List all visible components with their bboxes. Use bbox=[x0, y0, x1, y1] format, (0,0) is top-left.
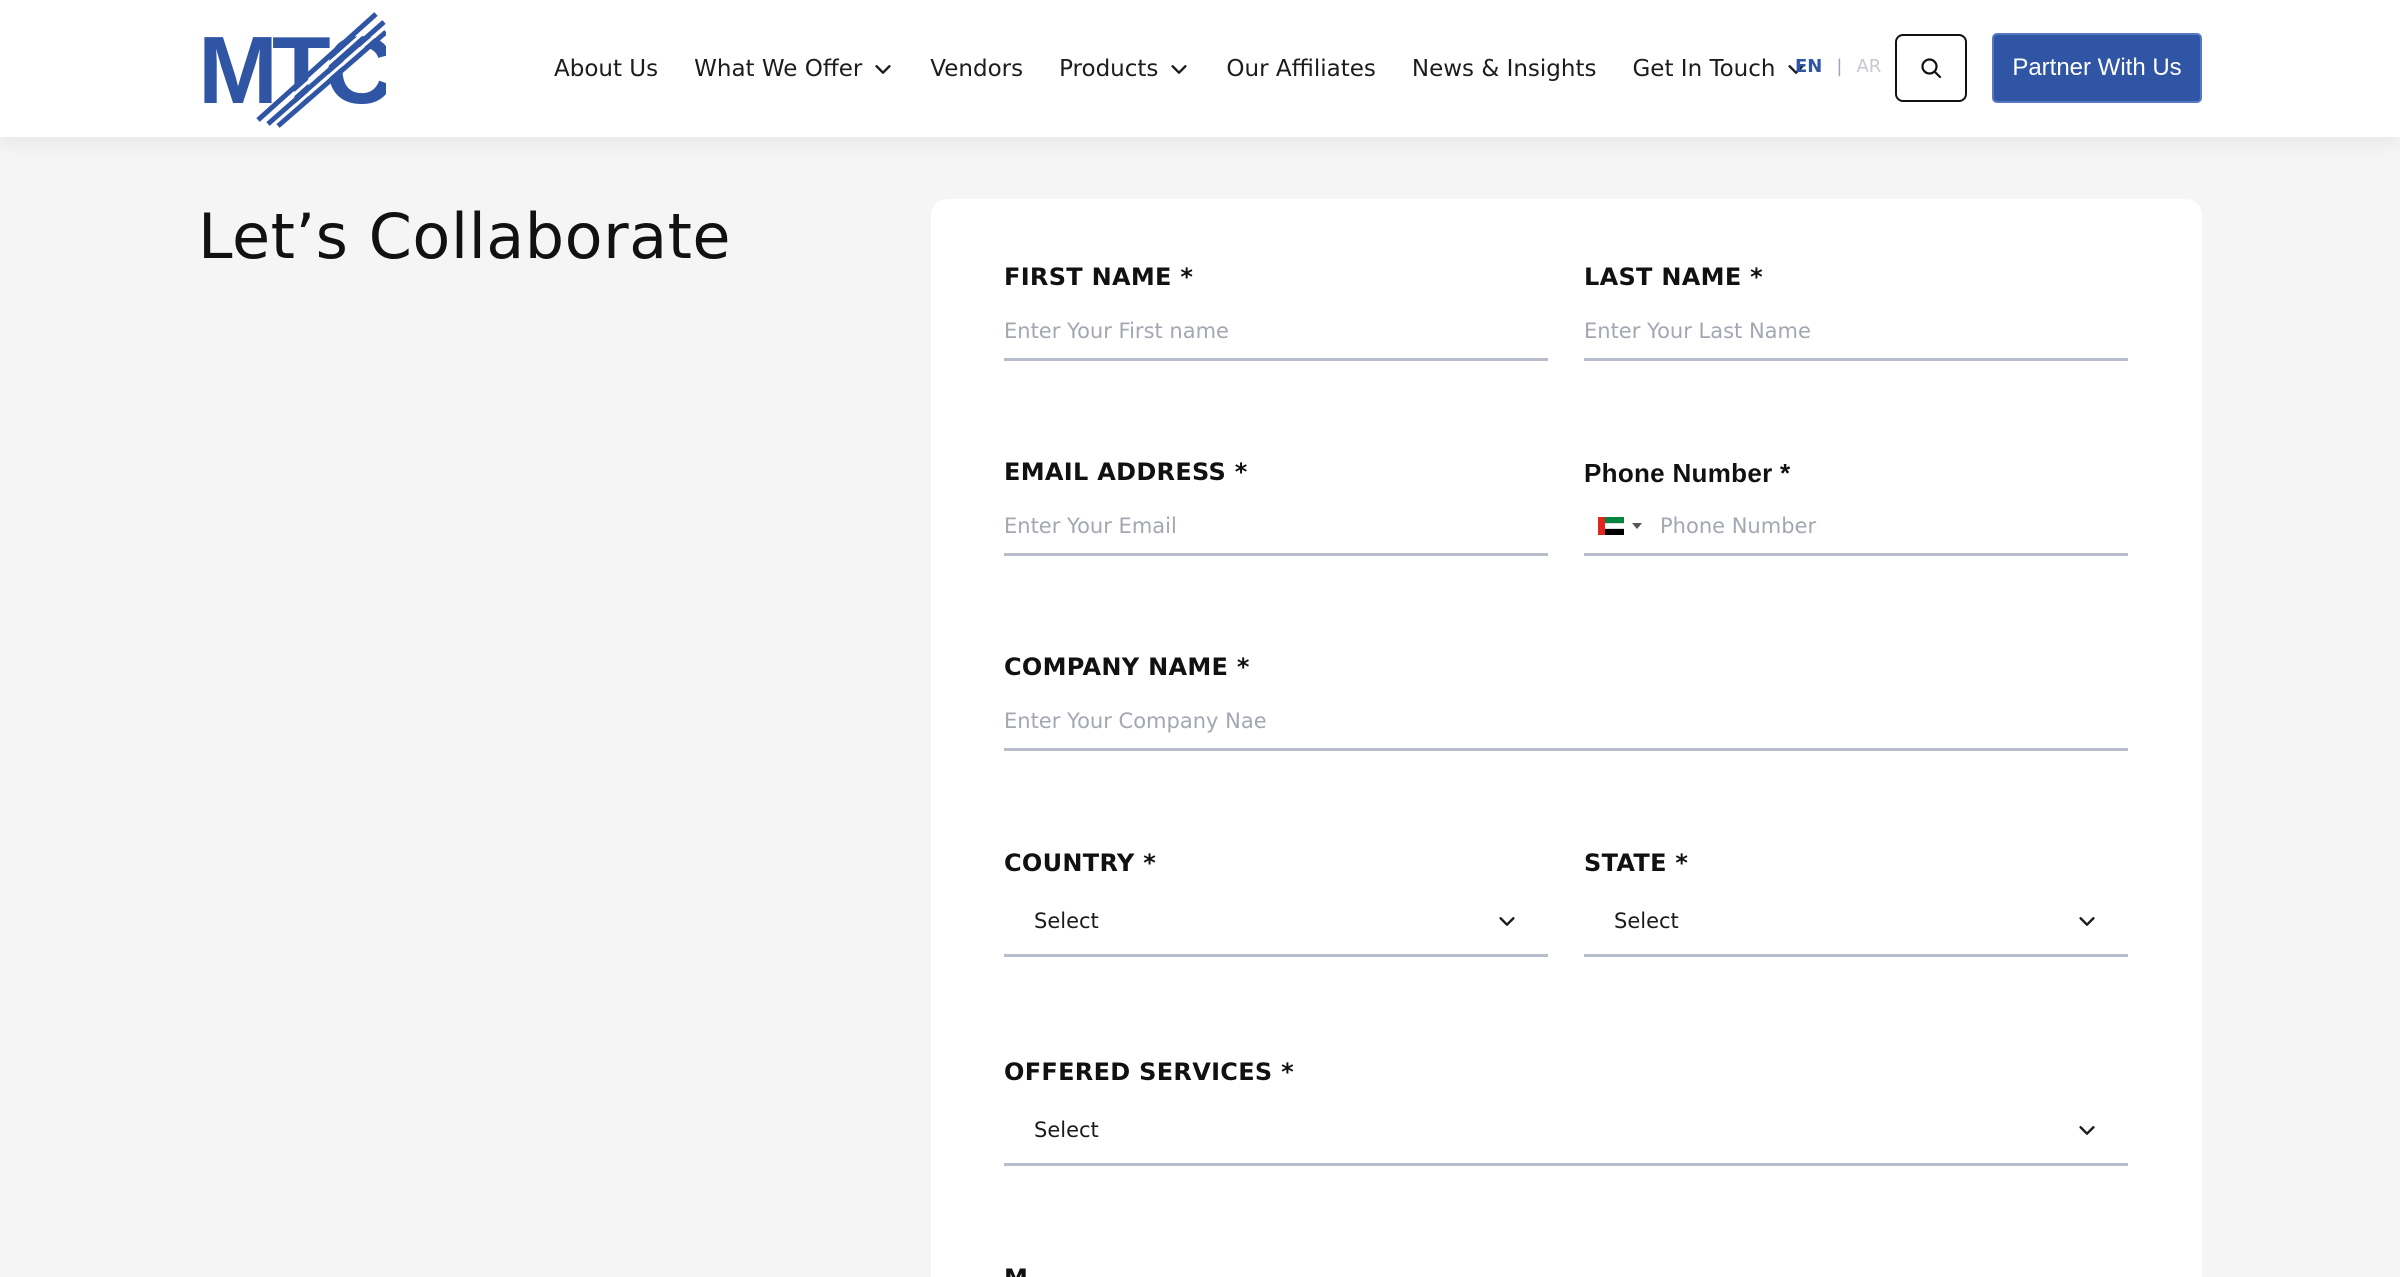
country-select[interactable]: Select bbox=[1004, 887, 1548, 957]
chevron-down-icon bbox=[2079, 1125, 2095, 1135]
state-label: STATE * bbox=[1584, 849, 1689, 877]
last-name-placeholder: Enter Your Last Name bbox=[1584, 318, 1811, 343]
next-field-label-partial: M bbox=[1004, 1264, 1044, 1277]
country-field: COUNTRY * Select bbox=[1004, 849, 1548, 974]
caret-down-icon bbox=[1632, 522, 1642, 529]
nav-label: About Us bbox=[554, 55, 659, 82]
nav-label: News & Insights bbox=[1411, 55, 1597, 82]
company-name-placeholder: Enter Your Company Nae bbox=[1004, 708, 1267, 733]
nav-label: What We Offer bbox=[694, 55, 863, 82]
nav-label: Our Affiliates bbox=[1226, 55, 1376, 82]
site-header: MTC About Us What We Offer Vendors Produ… bbox=[0, 0, 2400, 137]
search-button[interactable] bbox=[1895, 34, 1967, 102]
first-name-placeholder: Enter Your First name bbox=[1004, 318, 1229, 343]
nav-products[interactable]: Products bbox=[1059, 56, 1190, 82]
phone-label: Phone Number * bbox=[1584, 458, 1791, 488]
nav-our-affiliates[interactable]: Our Affiliates bbox=[1226, 56, 1375, 82]
email-label: EMAIL ADDRESS * bbox=[1004, 458, 1248, 486]
nav-get-in-touch[interactable]: Get In Touch bbox=[1632, 56, 1807, 82]
company-name-field: COMPANY NAME * Enter Your Company Nae bbox=[1004, 653, 2128, 763]
lang-separator: | bbox=[1836, 56, 1843, 77]
state-field: STATE * Select bbox=[1584, 849, 2128, 974]
nav-label: Get In Touch bbox=[1632, 55, 1776, 82]
offered-services-select-value: Select bbox=[1034, 1117, 1099, 1142]
uae-flag-icon bbox=[1598, 516, 1624, 535]
email-placeholder: Enter Your Email bbox=[1004, 513, 1177, 538]
nav-vendors[interactable]: Vendors bbox=[930, 56, 1023, 82]
country-label: COUNTRY * bbox=[1004, 849, 1157, 877]
mtc-logo[interactable]: MTC bbox=[196, 8, 386, 128]
country-code-dropdown[interactable] bbox=[1598, 516, 1642, 535]
nav-label: Vendors bbox=[930, 55, 1024, 82]
phone-field: Phone Number * Phone Number bbox=[1584, 458, 2128, 568]
email-input[interactable]: Enter Your Email bbox=[1004, 498, 1548, 556]
nav-label: Products bbox=[1059, 55, 1159, 82]
search-icon bbox=[1921, 58, 1942, 79]
nav-news-insights[interactable]: News & Insights bbox=[1412, 56, 1597, 82]
last-name-field: LAST NAME * Enter Your Last Name bbox=[1584, 263, 2128, 373]
nav-about-us[interactable]: About Us bbox=[554, 56, 658, 82]
offered-services-select[interactable]: Select bbox=[1004, 1096, 2128, 1166]
chevron-down-icon bbox=[1499, 916, 1515, 926]
page-title: Let’s Collaborate bbox=[198, 200, 732, 273]
nav-what-we-offer[interactable]: What We Offer bbox=[694, 56, 894, 82]
chevron-down-icon bbox=[1171, 64, 1188, 74]
lang-ar-link[interactable]: AR bbox=[1856, 56, 1881, 77]
country-select-value: Select bbox=[1034, 908, 1099, 933]
state-select[interactable]: Select bbox=[1584, 887, 2128, 957]
company-name-label: COMPANY NAME * bbox=[1004, 653, 1250, 681]
company-name-input[interactable]: Enter Your Company Nae bbox=[1004, 693, 2128, 751]
phone-placeholder: Phone Number bbox=[1660, 513, 1817, 538]
last-name-label: LAST NAME * bbox=[1584, 263, 1764, 291]
collaboration-form: FIRST NAME * Enter Your First name LAST … bbox=[931, 199, 2202, 1277]
chevron-down-icon bbox=[875, 64, 891, 74]
first-name-input[interactable]: Enter Your First name bbox=[1004, 303, 1548, 361]
lang-en-link[interactable]: EN bbox=[1795, 56, 1822, 77]
chevron-down-icon bbox=[2079, 916, 2095, 926]
first-name-field: FIRST NAME * Enter Your First name bbox=[1004, 263, 1548, 373]
language-switcher: EN | AR bbox=[1795, 56, 1881, 77]
partner-with-us-button[interactable]: Partner With Us bbox=[1992, 33, 2202, 103]
main-nav: About Us What We Offer Vendors Products … bbox=[554, 0, 1843, 137]
state-select-value: Select bbox=[1614, 908, 1679, 933]
first-name-label: FIRST NAME * bbox=[1004, 263, 1194, 291]
offered-services-label: OFFERED SERVICES * bbox=[1004, 1058, 1295, 1086]
offered-services-field: OFFERED SERVICES * Select bbox=[1004, 1058, 2128, 1183]
phone-input[interactable]: Phone Number bbox=[1584, 498, 2128, 556]
last-name-input[interactable]: Enter Your Last Name bbox=[1584, 303, 2128, 361]
email-field: EMAIL ADDRESS * Enter Your Email bbox=[1004, 458, 1548, 568]
